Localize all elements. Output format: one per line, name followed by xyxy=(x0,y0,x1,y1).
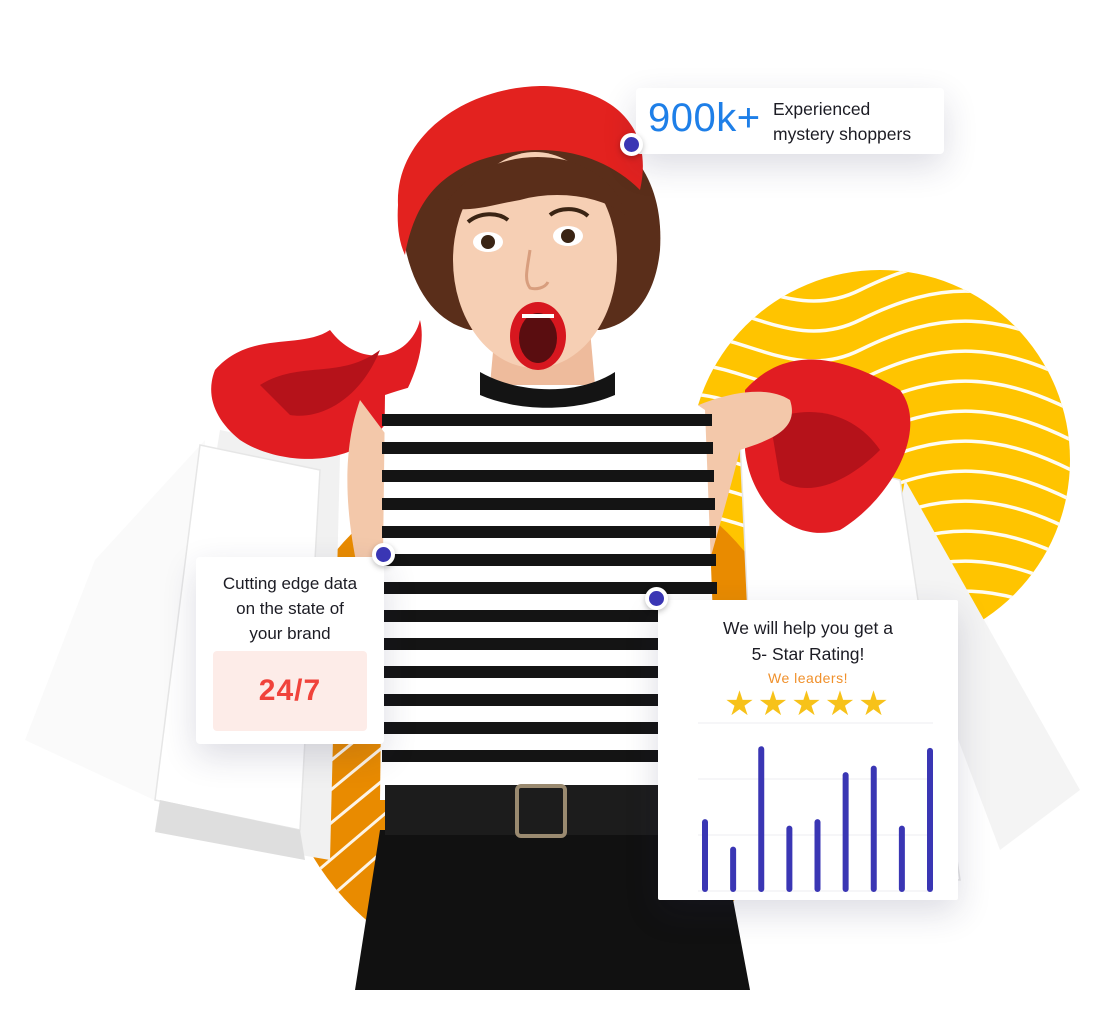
shoppers-label-line-2: mystery shoppers xyxy=(773,124,912,144)
shoppers-count: 900k+ xyxy=(648,96,761,140)
chart-bar xyxy=(786,825,793,892)
shoppers-label: Experienced mystery shoppers xyxy=(773,97,943,147)
data-card-dot xyxy=(372,543,395,566)
chart-bar xyxy=(758,746,765,892)
shoppers-label-line-1: Experienced xyxy=(773,99,871,119)
rating-card: We will help you get a 5- Star Rating! W… xyxy=(658,600,958,900)
chart-bar xyxy=(898,825,905,892)
rating-card-dot xyxy=(645,587,668,610)
shoppers-stat-card: 900k+ Experienced mystery shoppers xyxy=(636,88,944,154)
chart-bar xyxy=(814,819,821,892)
chart-bar xyxy=(870,765,877,892)
brand-data-line-3: your brand xyxy=(249,624,331,643)
availability-badge: 24/7 xyxy=(213,651,367,731)
brand-data-card: Cutting edge data on the state of your b… xyxy=(196,557,384,744)
stat-card-dot xyxy=(620,133,643,156)
chart-bar xyxy=(702,819,708,892)
chart-bar xyxy=(730,846,737,892)
brand-data-text: Cutting edge data on the state of your b… xyxy=(204,571,376,646)
brand-data-line-1: Cutting edge data xyxy=(222,574,358,593)
chart-bar xyxy=(842,772,849,892)
chart-bar xyxy=(927,747,933,892)
rating-bar-chart xyxy=(698,722,933,892)
brand-data-line-2: on the state of xyxy=(236,599,344,618)
